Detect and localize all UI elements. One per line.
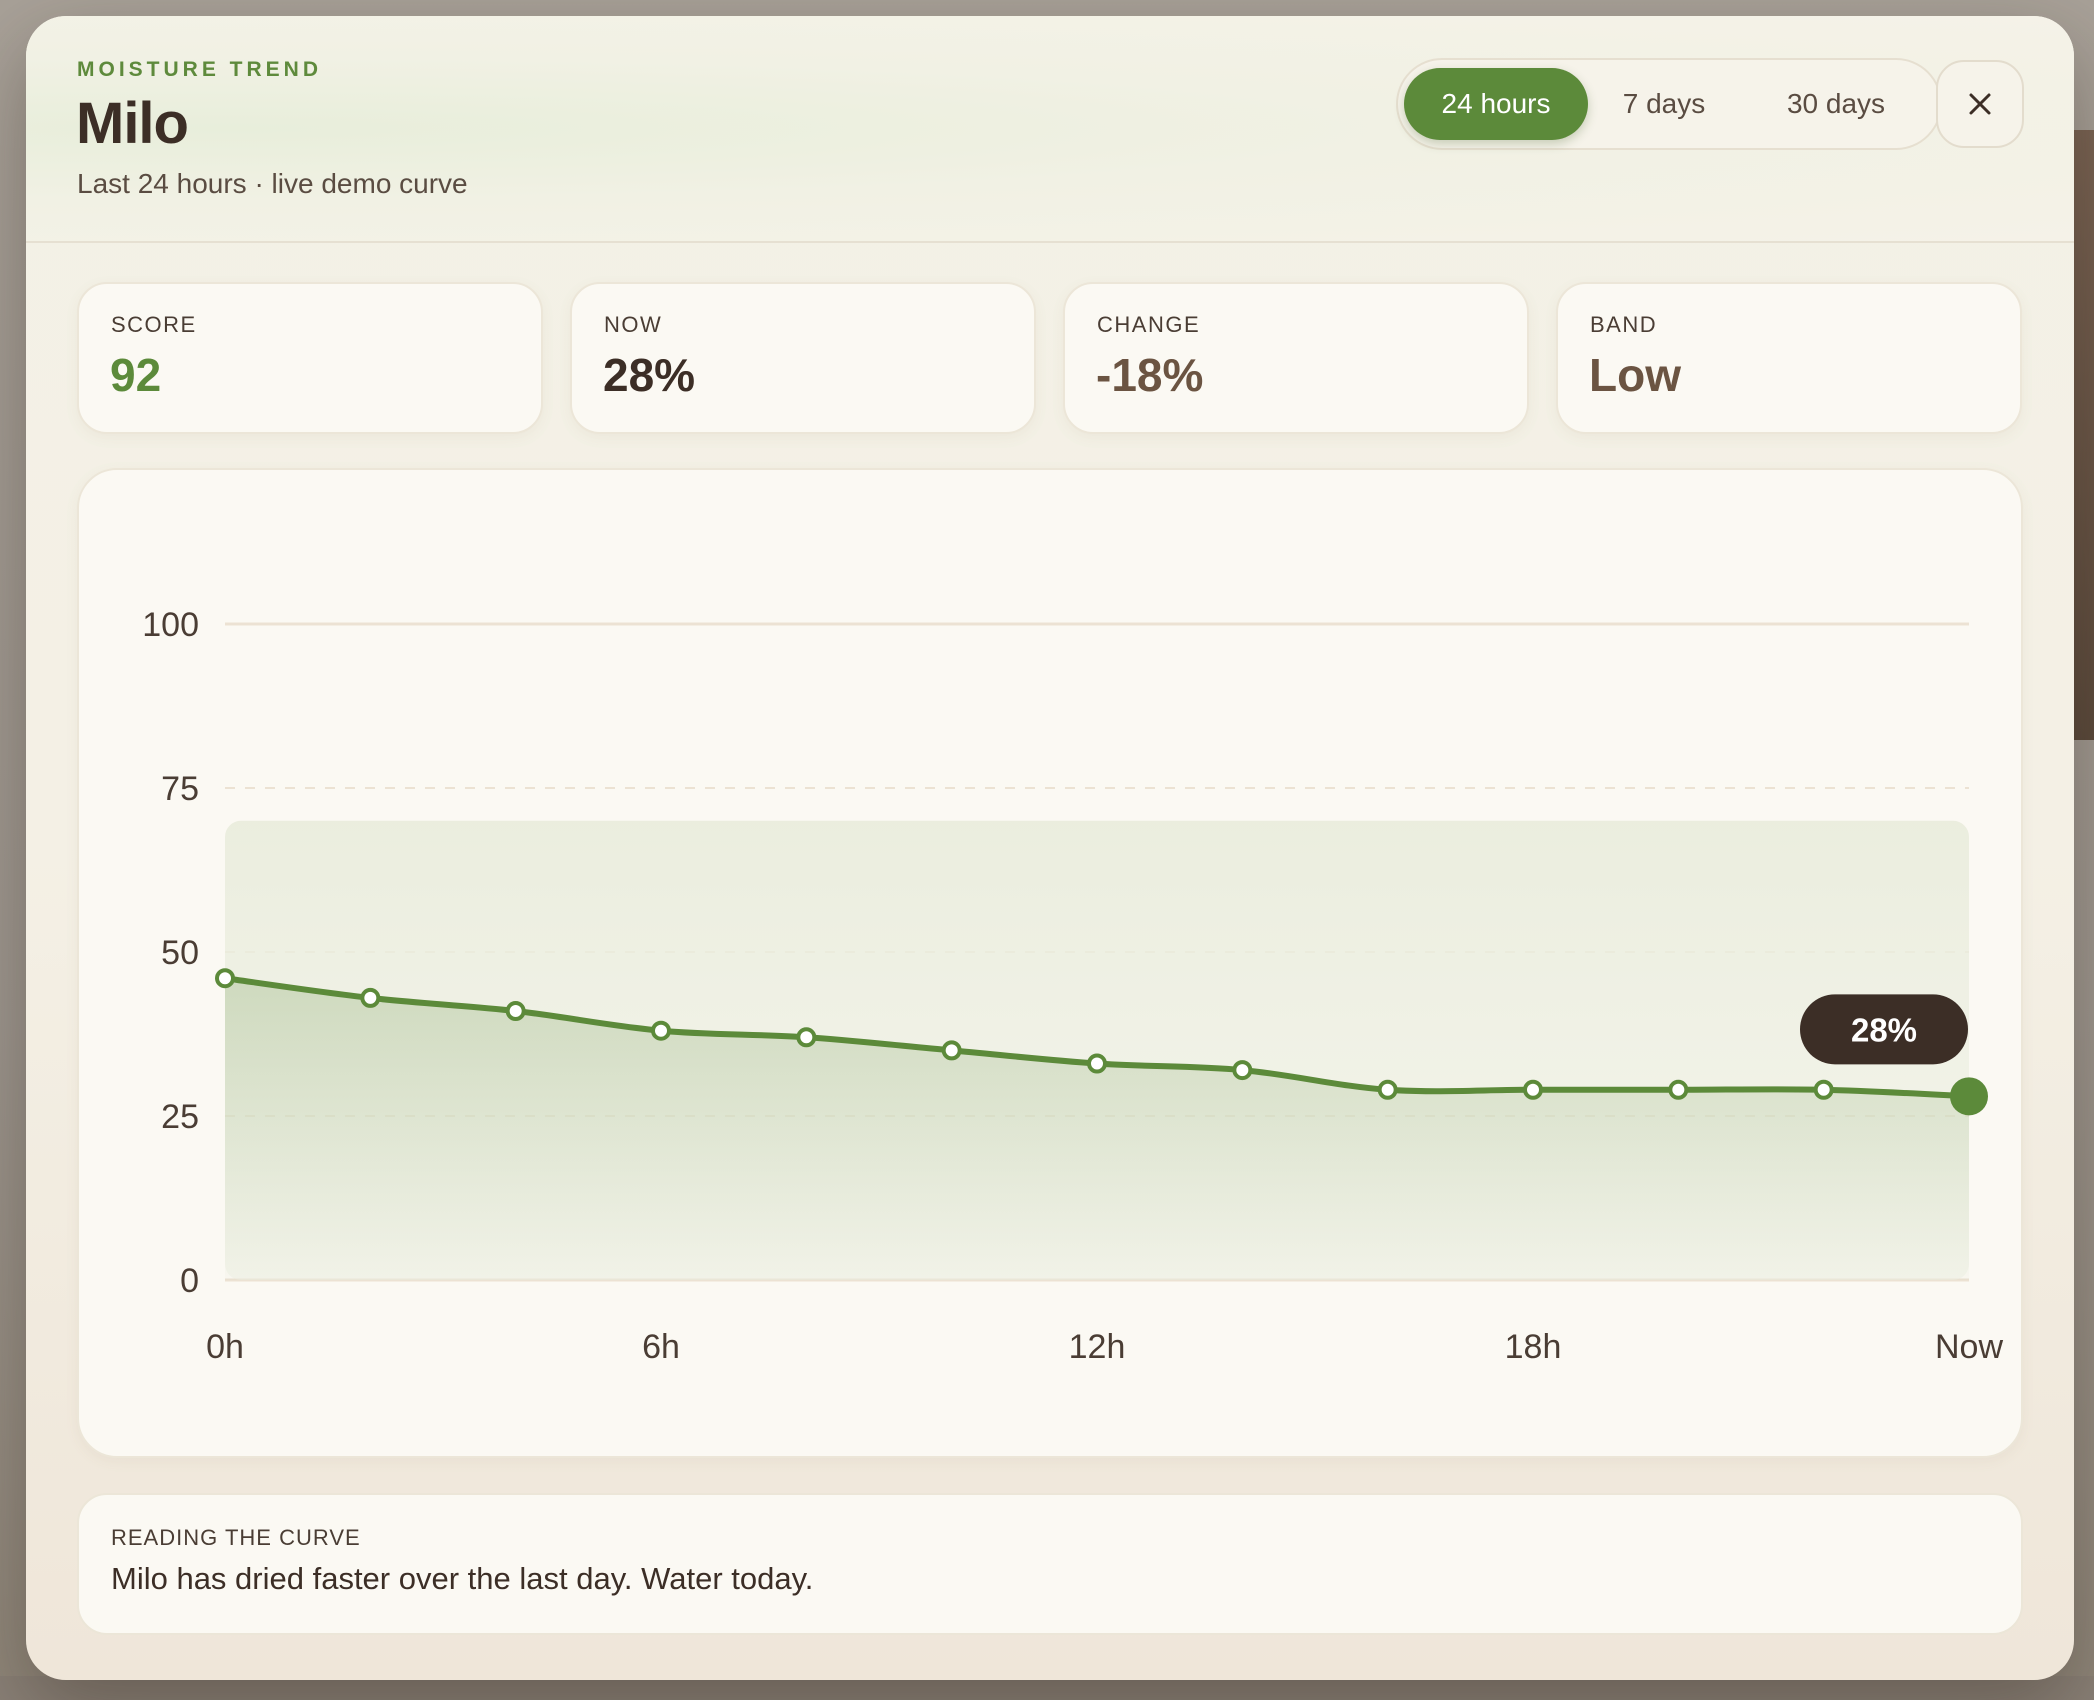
reading-the-curve-card: READING THE CURVE Milo has dried faster … — [77, 1493, 2023, 1635]
moisture-trend-modal: MOISTURE TREND Milo Last 24 hours · live… — [26, 16, 2074, 1680]
data-point — [796, 1027, 817, 1048]
change-card: CHANGE -18% — [1063, 282, 1529, 434]
now-label: NOW — [604, 312, 663, 337]
data-point — [1377, 1079, 1398, 1100]
change-label: CHANGE — [1097, 312, 1201, 337]
current-value-label: 28% — [1851, 1011, 1917, 1048]
data-point — [505, 1001, 526, 1022]
score-value: 92 — [110, 349, 162, 401]
x-tick-label: 0h — [206, 1328, 244, 1366]
range-30-days-button[interactable]: 30 days — [1746, 68, 1926, 140]
y-tick-label: 25 — [161, 1098, 199, 1136]
y-tick-label: 50 — [161, 934, 199, 972]
note-text: Milo has dried faster over the last day.… — [111, 1561, 814, 1596]
y-tick-label: 0 — [180, 1262, 199, 1300]
page-title: Milo — [76, 91, 189, 156]
data-point — [1813, 1079, 1834, 1100]
band-label: BAND — [1590, 312, 1658, 337]
band-card: BAND Low — [1556, 282, 2022, 434]
eyebrow-label: MOISTURE TREND — [77, 58, 322, 81]
data-point — [1087, 1053, 1107, 1074]
chart-card: 0 25 50 75 100 0h 6h 12h 18h Now 28% — [77, 468, 2023, 1458]
current-point — [1950, 1077, 1988, 1116]
data-point — [215, 968, 235, 989]
y-tick-label: 75 — [161, 770, 199, 808]
data-point — [941, 1040, 962, 1061]
range-24-hours-button[interactable]: 24 hours — [1404, 68, 1588, 140]
data-point — [1232, 1060, 1253, 1081]
change-value: -18% — [1096, 349, 1204, 401]
data-point — [1523, 1079, 1543, 1100]
y-tick-label: 100 — [142, 606, 199, 644]
x-tick-label: 12h — [1069, 1328, 1126, 1366]
data-point — [651, 1020, 671, 1041]
data-point — [360, 987, 381, 1008]
modal-header: MOISTURE TREND Milo Last 24 hours · live… — [26, 16, 2074, 243]
score-card: SCORE 92 — [77, 282, 543, 434]
band-value: Low — [1589, 349, 1681, 401]
data-point — [1668, 1079, 1689, 1100]
x-tick-label: 6h — [642, 1328, 680, 1366]
x-tick-label: 18h — [1505, 1328, 1562, 1366]
range-selector: 24 hours 7 days 30 days — [1396, 58, 1942, 150]
now-value: 28% — [603, 349, 696, 401]
range-7-days-button[interactable]: 7 days — [1594, 68, 1734, 140]
score-label: SCORE — [111, 312, 197, 337]
moisture-chart: 0 25 50 75 100 0h 6h 12h 18h Now 28% — [142, 606, 2003, 1366]
close-button[interactable] — [1936, 60, 2024, 148]
close-icon — [1969, 93, 1991, 115]
now-card: NOW 28% — [570, 282, 1036, 434]
page-subtitle: Last 24 hours · live demo curve — [77, 168, 468, 199]
x-tick-label: Now — [1935, 1328, 2003, 1366]
note-label: READING THE CURVE — [111, 1525, 361, 1550]
